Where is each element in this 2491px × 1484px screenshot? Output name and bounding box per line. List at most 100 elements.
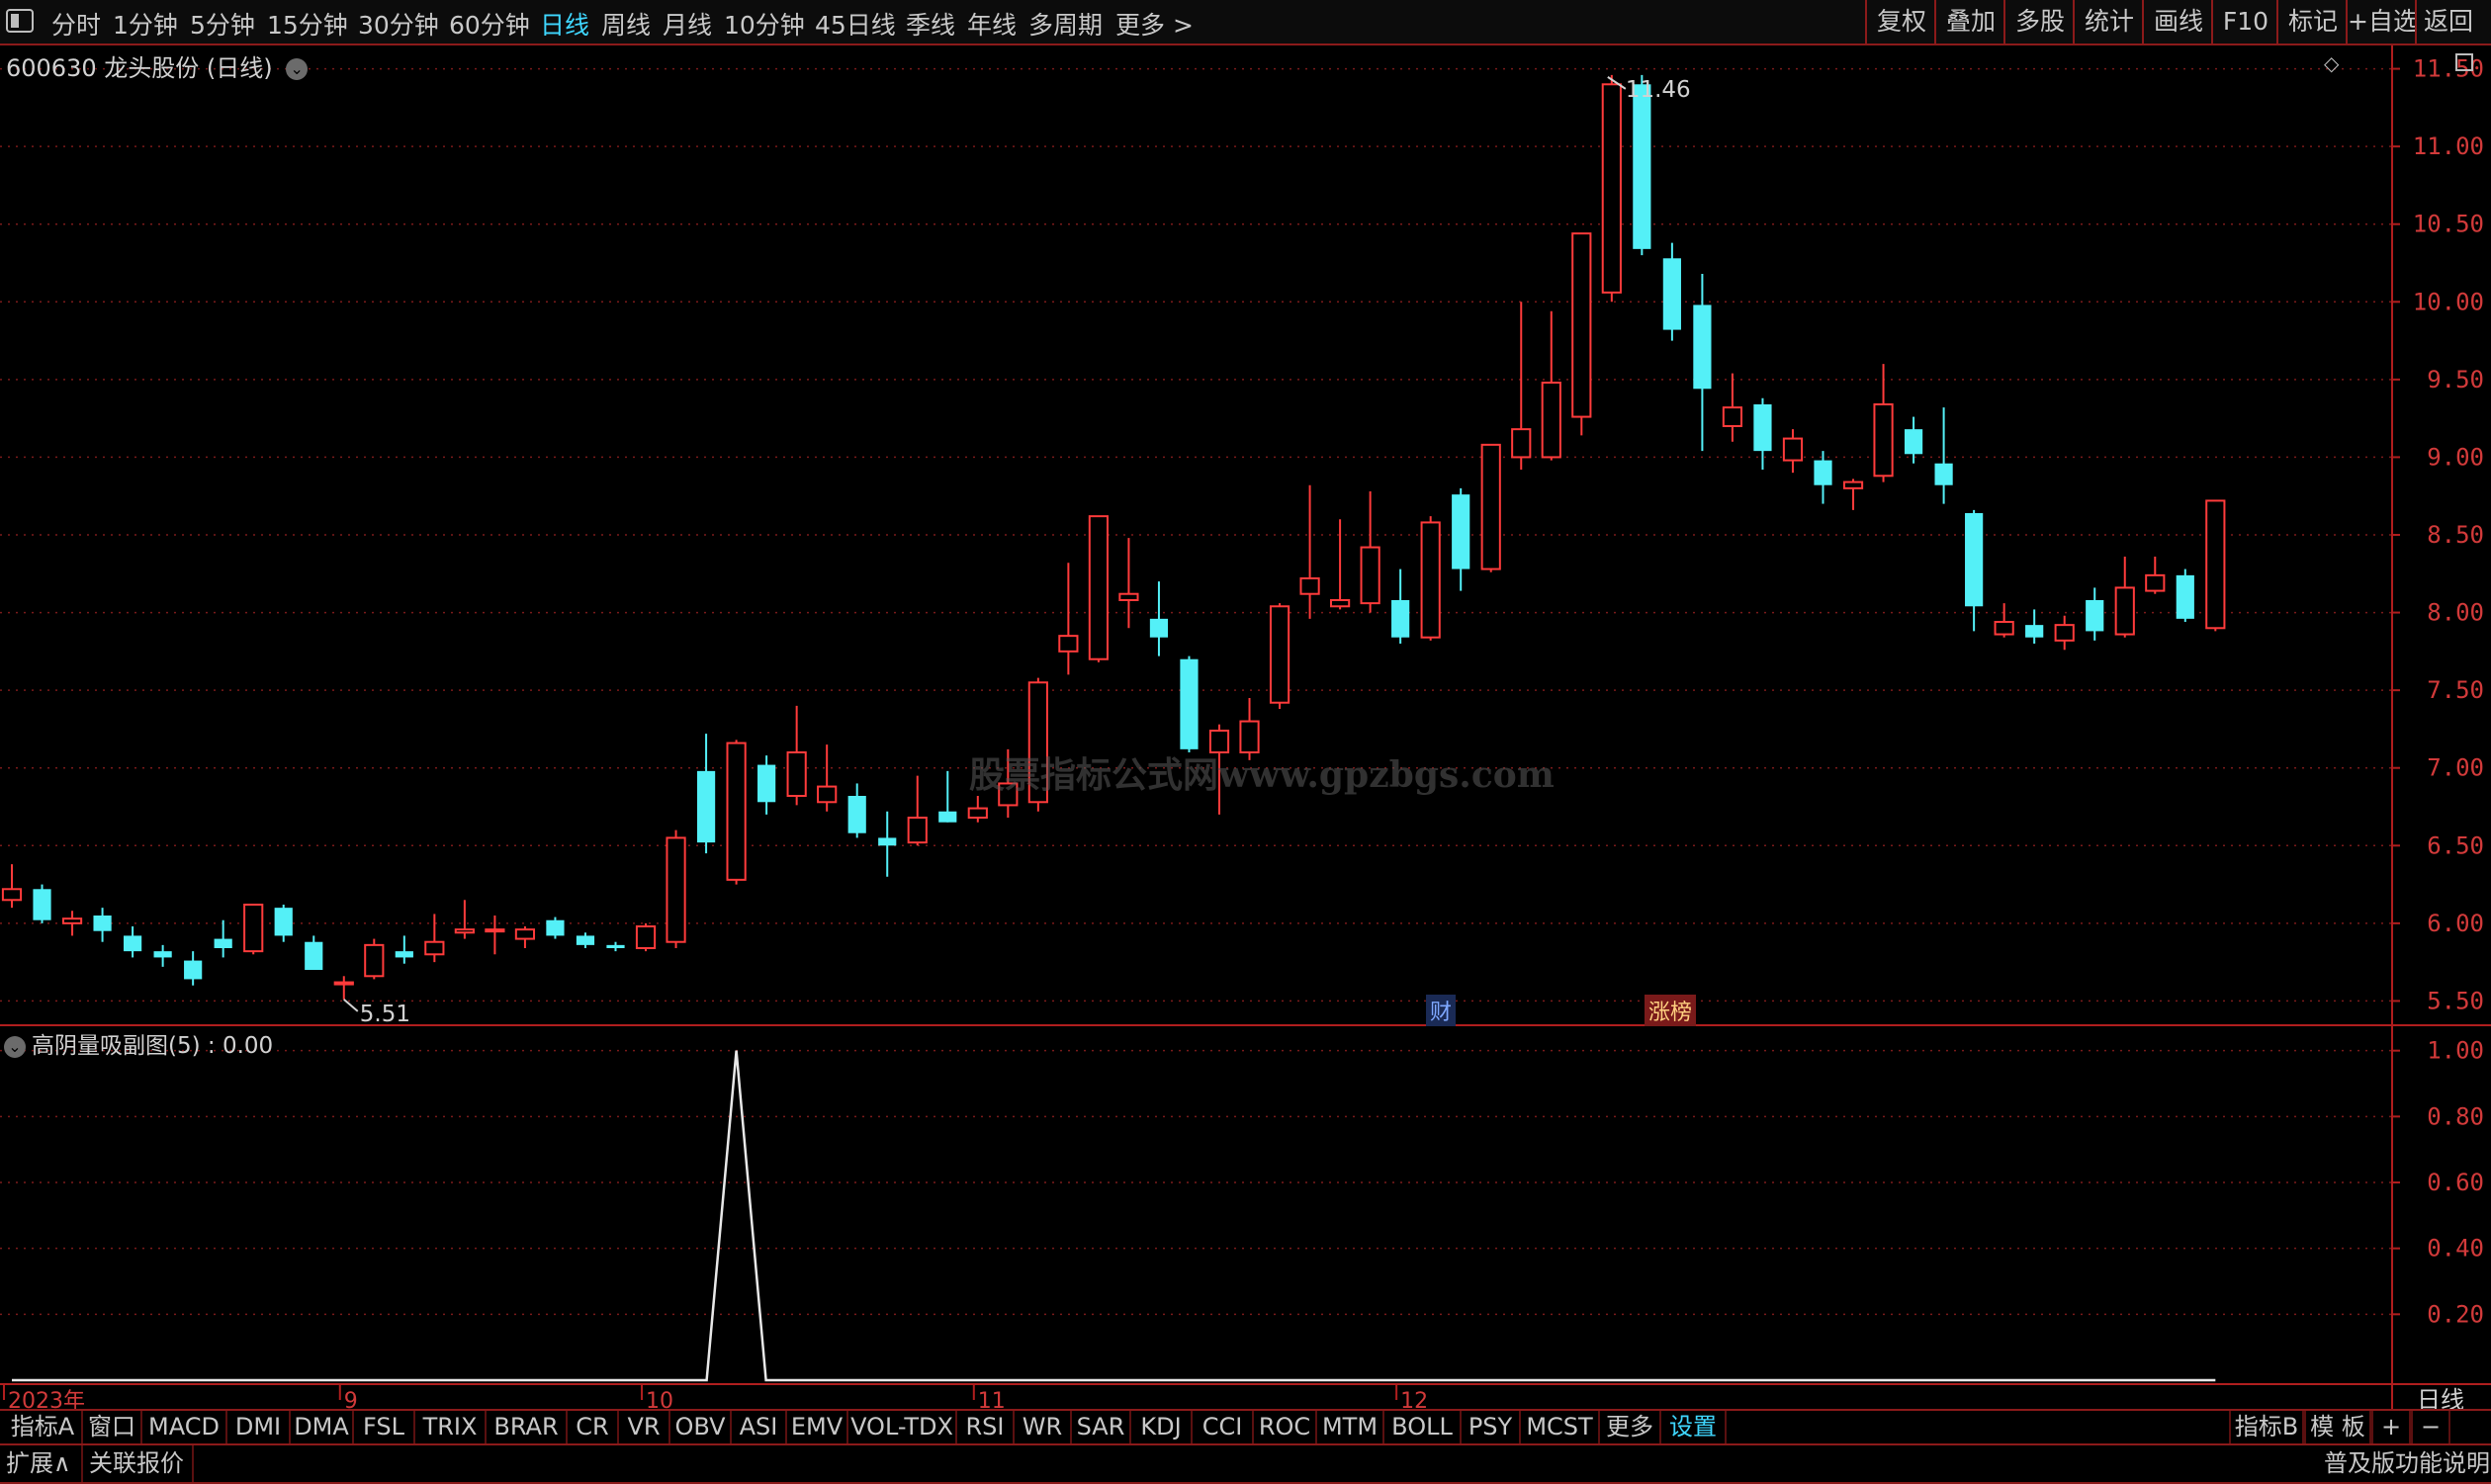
candle-body-19 xyxy=(576,935,595,945)
period-tab-0[interactable]: 分时 xyxy=(51,6,101,42)
toolbar-button-4[interactable]: 画线 xyxy=(2142,0,2213,44)
indicator-tab-8[interactable]: CR xyxy=(568,1411,619,1443)
candle-body-53 xyxy=(1601,83,1622,294)
candle-body-32 xyxy=(967,807,988,819)
window-toggle-icon[interactable] xyxy=(6,9,34,33)
indicator-tab-23[interactable]: MCST xyxy=(1521,1411,1600,1443)
indicator-tick-label-0: 1.00 xyxy=(2427,1037,2484,1065)
period-tab-7[interactable]: 周线 xyxy=(601,6,651,42)
indicator-tab-14[interactable]: RSI xyxy=(957,1411,1015,1443)
candle-body-43 xyxy=(1299,577,1320,595)
status-bar: 扩展∧ 关联报价 普及版功能说明 xyxy=(0,1445,2491,1484)
candle-body-26 xyxy=(786,751,807,797)
indicator-tab-18[interactable]: CCI xyxy=(1193,1411,1254,1443)
candle-body-38 xyxy=(1149,618,1169,638)
price-tick-label-6: 8.50 xyxy=(2427,521,2484,549)
candle-body-28 xyxy=(847,796,866,833)
candle-body-12 xyxy=(364,943,385,978)
candle-body-67 xyxy=(2025,625,2044,638)
indicator-tab-6[interactable]: TRIX xyxy=(415,1411,487,1443)
indicator-tab-3[interactable]: DMI xyxy=(227,1411,291,1443)
event-marker-zhangbang[interactable]: 涨榜 xyxy=(1645,995,1697,1026)
indicator-tab-right-2[interactable]: + xyxy=(2371,1411,2411,1443)
period-tab-6[interactable]: 日线 xyxy=(540,6,589,42)
indicator-tab-11[interactable]: ASI xyxy=(732,1411,787,1443)
indicator-tab-1[interactable]: 窗口 xyxy=(83,1411,142,1443)
indicator-tab-21[interactable]: BOLL xyxy=(1384,1411,1462,1443)
indicator-menu-icon[interactable]: ⌄ xyxy=(4,1035,26,1058)
period-tab-12[interactable]: 年线 xyxy=(967,6,1017,42)
indicator-tab-right-3[interactable]: − xyxy=(2411,1411,2450,1443)
candle-body-68 xyxy=(2054,624,2075,642)
toolbar-button-3[interactable]: 统计 xyxy=(2073,0,2144,44)
time-label-4: 12 xyxy=(1400,1389,1428,1409)
period-tab-11[interactable]: 季线 xyxy=(906,6,955,42)
candle-body-2 xyxy=(61,917,83,924)
indicator-tab-12[interactable]: EMV xyxy=(787,1411,848,1443)
high-price-label: 11.46 xyxy=(1626,77,1691,103)
period-tab-8[interactable]: 月线 xyxy=(663,6,712,42)
indicator-tab-19[interactable]: ROC xyxy=(1254,1411,1317,1443)
stock-menu-icon[interactable]: ⌄ xyxy=(286,58,309,80)
price-tick-label-9: 7.00 xyxy=(2427,754,2484,782)
indicator-tab-25[interactable]: 设置 xyxy=(1661,1411,1727,1443)
diamond-icon[interactable]: ◇ xyxy=(2324,51,2339,75)
toolbar-button-5[interactable]: F10 xyxy=(2211,0,2278,44)
toolbar-button-1[interactable]: 叠加 xyxy=(1934,0,2005,44)
indicator-tab-4[interactable]: DMA xyxy=(291,1411,354,1443)
related-quote-button[interactable]: 关联报价 xyxy=(81,1445,194,1482)
candle-body-20 xyxy=(606,944,625,948)
indicator-tab-24[interactable]: 更多 xyxy=(1600,1411,1661,1443)
time-label-1: 9 xyxy=(344,1389,358,1409)
candle-body-0 xyxy=(1,888,23,902)
candle-body-35 xyxy=(1058,635,1079,653)
period-tab-9[interactable]: 10分钟 xyxy=(724,6,805,42)
period-tab-2[interactable]: 5分钟 xyxy=(190,6,255,42)
candle-body-59 xyxy=(1782,437,1804,462)
event-marker-cai[interactable]: 财 xyxy=(1426,995,1457,1026)
period-tab-3[interactable]: 15分钟 xyxy=(267,6,348,42)
indicator-tab-17[interactable]: KDJ xyxy=(1131,1411,1193,1443)
period-tab-14[interactable]: 更多 > xyxy=(1115,6,1194,42)
chart-area[interactable]: 11.50 11.00 10.50 10.00 9.50 9.00 8.50 8.00 7.50… xyxy=(0,45,2491,1409)
toolbar-button-6[interactable]: 标记 xyxy=(2276,0,2348,44)
candle-body-24 xyxy=(726,742,747,881)
indicator-tab-10[interactable]: OBV xyxy=(670,1411,732,1443)
period-tab-10[interactable]: 45日线 xyxy=(815,6,896,42)
period-tab-4[interactable]: 30分钟 xyxy=(358,6,439,42)
indicator-tab-right-1[interactable]: 模 板 xyxy=(2304,1411,2371,1443)
toolbar-button-7[interactable]: +自选 xyxy=(2346,0,2418,44)
indicator-tab-9[interactable]: VR xyxy=(619,1411,670,1443)
indicator-tab-20[interactable]: MTM xyxy=(1317,1411,1384,1443)
price-tick-label-10: 6.50 xyxy=(2427,831,2484,859)
fullscreen-icon[interactable] xyxy=(2455,53,2473,71)
candle-body-15 xyxy=(454,928,475,934)
indicator-tab-7[interactable]: BRAR xyxy=(487,1411,568,1443)
candle-body-73 xyxy=(2205,499,2226,630)
candle-body-3 xyxy=(93,916,112,931)
candle-body-31 xyxy=(938,811,957,823)
period-tab-5[interactable]: 60分钟 xyxy=(449,6,530,42)
candle-body-39 xyxy=(1180,658,1199,749)
indicator-tab-22[interactable]: PSY xyxy=(1462,1411,1521,1443)
candle-body-23 xyxy=(696,770,716,843)
indicator-tab-2[interactable]: MACD xyxy=(142,1411,227,1443)
candle-body-61 xyxy=(1842,480,1864,489)
toolbar-button-8[interactable]: 返回 xyxy=(2415,0,2480,44)
toolbar-button-2[interactable]: 多股 xyxy=(2003,0,2075,44)
indicator-tab-right-0[interactable]: 指标B xyxy=(2229,1411,2304,1443)
edition-info[interactable]: 普及版功能说明 xyxy=(2324,1445,2490,1482)
toolbar-button-0[interactable]: 复权 xyxy=(1865,0,1936,44)
candle-body-71 xyxy=(2145,573,2166,592)
indicator-tab-13[interactable]: VOL-TDX xyxy=(848,1411,957,1443)
indicator-tab-15[interactable]: WR xyxy=(1015,1411,1072,1443)
indicator-tab-0[interactable]: 指标A xyxy=(4,1411,83,1443)
low-label-arrow xyxy=(343,999,359,1012)
candle-body-46 xyxy=(1391,600,1410,638)
candle-body-72 xyxy=(2176,574,2194,619)
indicator-tab-16[interactable]: SAR xyxy=(1072,1411,1131,1443)
indicator-tab-5[interactable]: FSL xyxy=(354,1411,415,1443)
period-tab-13[interactable]: 多周期 xyxy=(1028,6,1103,42)
expand-button[interactable]: 扩展∧ xyxy=(6,1445,71,1482)
period-tab-1[interactable]: 1分钟 xyxy=(113,6,178,42)
